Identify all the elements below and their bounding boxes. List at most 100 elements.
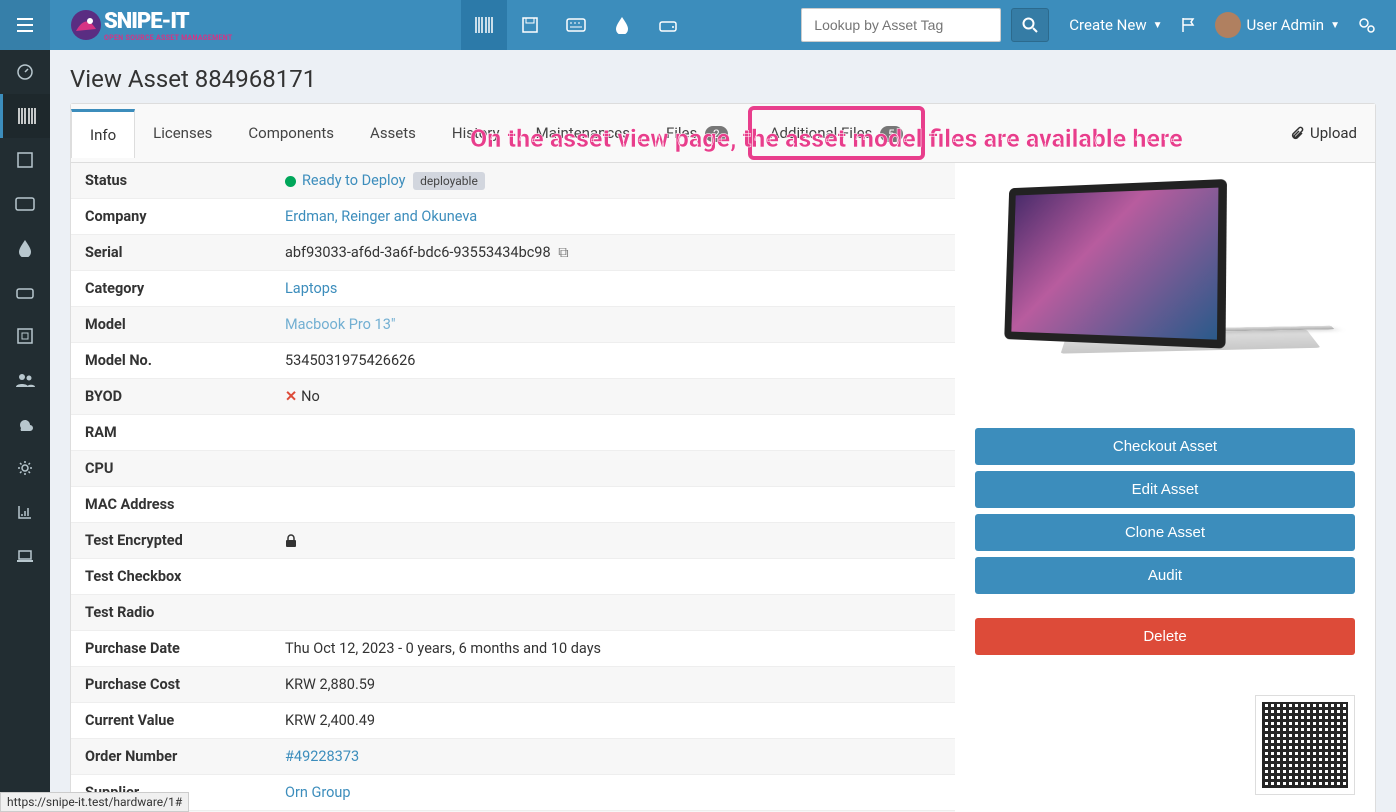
nav-consumables-icon[interactable] <box>599 0 645 50</box>
save-icon <box>522 17 538 33</box>
sidebar-people[interactable] <box>0 358 50 402</box>
search-icon <box>1022 17 1038 33</box>
checkout-button[interactable]: Checkout Asset <box>975 428 1355 465</box>
top-icons <box>261 0 691 50</box>
tab-licenses[interactable]: Licenses <box>135 110 230 156</box>
status-link[interactable]: Ready to Deploy <box>302 172 406 189</box>
logo[interactable]: SNIPE-IT OPEN SOURCE ASSET MANAGEMENT <box>68 5 233 45</box>
label-serial: Serial <box>85 244 285 261</box>
label-radio: Test Radio <box>85 604 285 621</box>
order-link[interactable]: #49228373 <box>285 748 359 765</box>
sidebar-accessories[interactable] <box>0 182 50 226</box>
gear-icon <box>17 460 33 476</box>
label-modelno: Model No. <box>85 352 285 369</box>
avatar <box>1215 12 1241 38</box>
value-encrypted <box>285 534 941 548</box>
gears-icon <box>1358 17 1376 33</box>
value-byod: ✕No <box>285 388 941 405</box>
tab-assets[interactable]: Assets <box>352 110 434 156</box>
value-serial: abf93033-af6d-3a6f-bdc6-93553434bc98 ⧉ <box>285 244 941 261</box>
keyboard-icon <box>15 197 35 211</box>
company-link[interactable]: Erdman, Reinger and Okuneva <box>285 208 477 225</box>
label-mac: MAC Address <box>85 496 285 513</box>
label-encrypted: Test Encrypted <box>85 532 285 549</box>
label-status: Status <box>85 172 285 189</box>
sidebar-licenses[interactable] <box>0 138 50 182</box>
sidebar-import[interactable] <box>0 402 50 446</box>
paperclip-icon <box>1290 125 1304 141</box>
label-purchase-cost: Purchase Cost <box>85 676 285 693</box>
users-icon <box>15 372 35 388</box>
barcode-icon <box>18 108 36 124</box>
topbar: SNIPE-IT OPEN SOURCE ASSET MANAGEMENT Cr… <box>0 0 1396 50</box>
keyboard-icon <box>566 18 586 32</box>
label-company: Company <box>85 208 285 225</box>
tab-info[interactable]: Info <box>71 109 135 158</box>
audit-button[interactable]: Audit <box>975 557 1355 594</box>
sidebar-reports[interactable] <box>0 490 50 534</box>
sidebar-dashboard[interactable] <box>0 50 50 94</box>
model-link[interactable]: Macbook Pro 13" <box>285 316 396 333</box>
properties-table: Status Ready to Deploy deployable Company… <box>71 163 955 812</box>
category-link[interactable]: Laptops <box>285 280 337 297</box>
search-button[interactable] <box>1011 8 1049 42</box>
search-wrap <box>801 8 1049 42</box>
sidebar-assets[interactable] <box>0 94 50 138</box>
lock-icon <box>285 534 297 548</box>
object-icon <box>17 328 33 344</box>
label-category: Category <box>85 280 285 297</box>
label-byod: BYOD <box>85 388 285 405</box>
label-checkbox: Test Checkbox <box>85 568 285 585</box>
clone-button[interactable]: Clone Asset <box>975 514 1355 551</box>
flag-icon[interactable] <box>1181 17 1197 33</box>
tab-components[interactable]: Components <box>230 110 352 156</box>
label-model: Model <box>85 316 285 333</box>
user-menu[interactable]: User Admin ▼ <box>1215 12 1340 38</box>
sidebar-components[interactable] <box>0 270 50 314</box>
nav-accessories-icon[interactable] <box>553 0 599 50</box>
chart-icon <box>17 504 33 520</box>
cloud-icon <box>15 417 35 431</box>
delete-button[interactable]: Delete <box>975 618 1355 655</box>
upload-button[interactable]: Upload <box>1272 110 1375 156</box>
menu-toggle[interactable] <box>0 0 50 50</box>
content: View Asset 884968171 On the asset view p… <box>50 50 1396 812</box>
nav-licenses-icon[interactable] <box>507 0 553 50</box>
settings-icon[interactable] <box>1358 17 1376 33</box>
drop-icon <box>18 239 32 257</box>
label-current-value: Current Value <box>85 712 285 729</box>
asset-image[interactable] <box>975 178 1355 408</box>
hamburger-icon <box>17 18 33 32</box>
status-pill: deployable <box>413 172 485 190</box>
value-modelno: 5345031975426626 <box>285 352 941 369</box>
edit-button[interactable]: Edit Asset <box>975 471 1355 508</box>
sidebar-requestable[interactable] <box>0 534 50 578</box>
supplier-link[interactable]: Orn Group <box>285 784 351 801</box>
logo-icon <box>68 7 104 43</box>
label-order: Order Number <box>85 748 285 765</box>
copy-icon[interactable]: ⧉ <box>558 244 568 261</box>
nav-assets-icon[interactable] <box>461 0 507 50</box>
create-new-menu[interactable]: Create New ▼ <box>1069 16 1162 34</box>
barcode-icon <box>475 17 493 33</box>
gauge-icon <box>16 63 34 81</box>
sidebar-consumables[interactable] <box>0 226 50 270</box>
icon-spacer <box>261 0 461 50</box>
nav-components-icon[interactable] <box>645 0 691 50</box>
page-title: View Asset 884968171 <box>50 50 1396 103</box>
label-ram: RAM <box>85 424 285 441</box>
hdd-icon <box>16 285 34 299</box>
logo-text: SNIPE-IT OPEN SOURCE ASSET MANAGEMENT <box>104 9 233 42</box>
drop-icon <box>615 16 629 34</box>
qr-code[interactable] <box>1255 695 1355 795</box>
value-purchase-cost: KRW 2,880.59 <box>285 676 941 693</box>
status-bar-url: https://snipe-it.test/hardware/1# <box>0 792 189 812</box>
sidebar-settings[interactable] <box>0 446 50 490</box>
laptop-icon <box>16 549 34 563</box>
sidebar-predefined[interactable] <box>0 314 50 358</box>
search-input[interactable] <box>801 8 1001 42</box>
value-purchase-date: Thu Oct 12, 2023 - 0 years, 6 months and… <box>285 640 941 657</box>
hdd-icon <box>659 18 677 32</box>
right-menu: Create New ▼ User Admin ▼ <box>1069 12 1376 38</box>
save-icon <box>17 152 33 168</box>
